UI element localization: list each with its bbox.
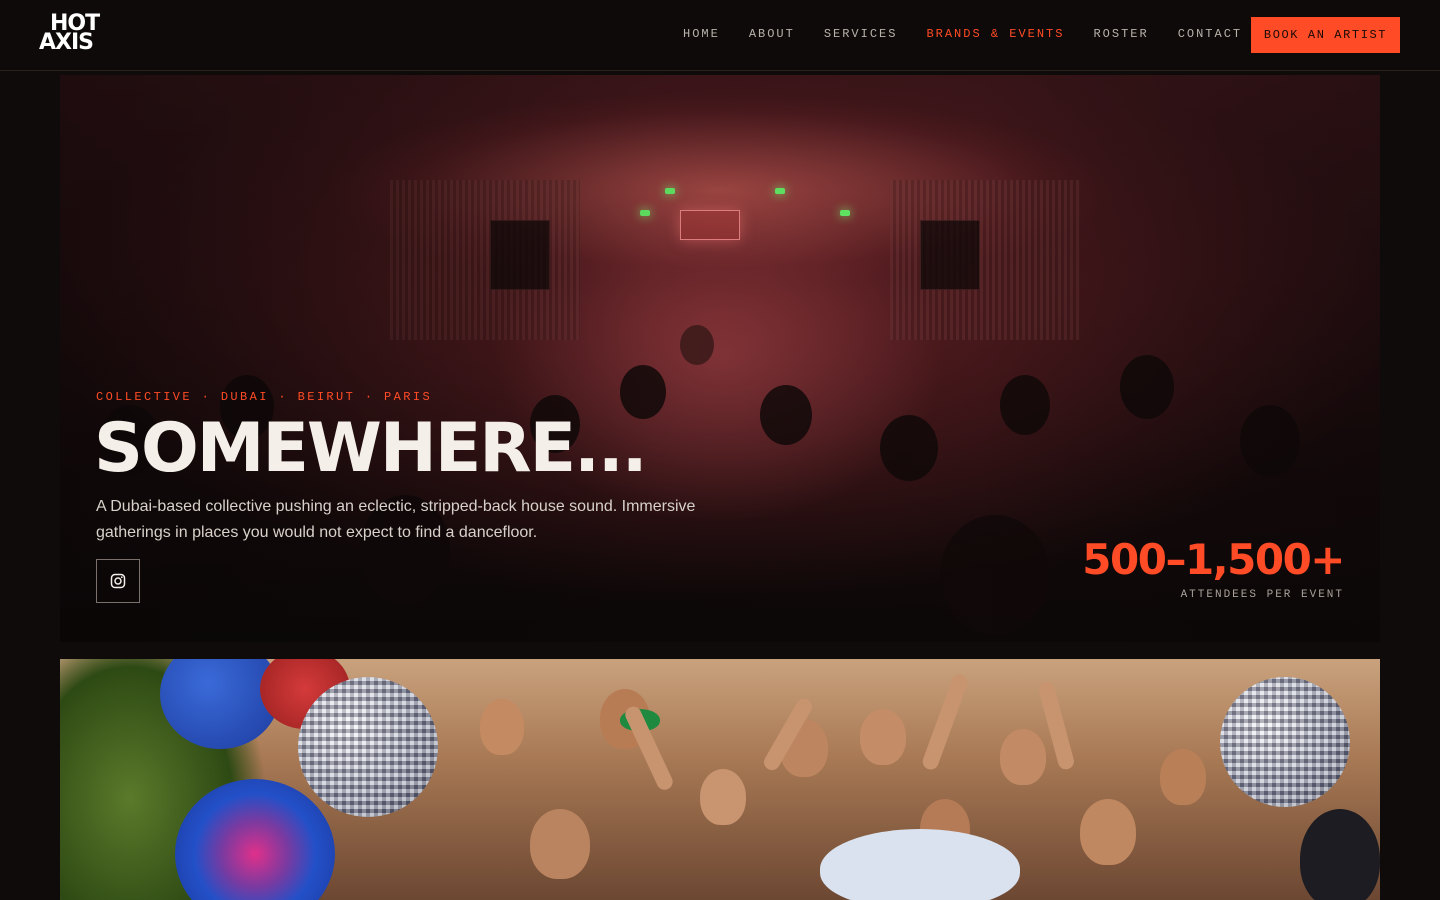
instagram-icon	[110, 573, 126, 589]
hero-description: A Dubai-based collective pushing an ecle…	[96, 498, 696, 541]
event-crowd-photo	[60, 659, 1380, 900]
brand-logo[interactable]: HOT AXIS	[39, 13, 101, 56]
crowd-face	[1000, 729, 1046, 785]
crowd-face	[860, 709, 906, 765]
nav-link-contact[interactable]: CONTACT	[1178, 27, 1242, 43]
crowd-face	[1160, 749, 1206, 805]
crowd-face	[530, 809, 590, 879]
nav-link-services[interactable]: SERVICES	[824, 27, 898, 43]
nav-link-brands-events[interactable]: BRANDS & EVENTS	[926, 27, 1064, 43]
crowd-face	[480, 699, 524, 755]
top-nav: HOT AXIS HOME ABOUT SERVICES BRANDS & EV…	[0, 0, 1440, 71]
crowd-face	[700, 769, 746, 825]
book-artist-button[interactable]: BOOK AN ARTIST	[1251, 17, 1400, 53]
disco-ball	[298, 677, 438, 817]
attendees-stat-label: ATTENDEES PER EVENT	[1180, 589, 1344, 601]
hero-title: SOMEWHERE...	[94, 409, 648, 488]
hero-eyebrow: COLLECTIVE · DUBAI · BEIRUT · PARIS	[96, 390, 433, 404]
nav-links: HOME ABOUT SERVICES BRANDS & EVENTS ROST…	[683, 27, 1271, 43]
instagram-button[interactable]	[96, 559, 140, 603]
logo-line-2: AXIS	[39, 30, 94, 55]
nav-link-about[interactable]: ABOUT	[749, 27, 795, 43]
attendees-stat-value: 500–1,500+	[1082, 535, 1345, 584]
raised-arm	[920, 672, 970, 772]
nav-link-roster[interactable]: ROSTER	[1093, 27, 1148, 43]
nav-link-home[interactable]: HOME	[683, 27, 720, 43]
crowd-face	[1080, 799, 1136, 865]
disco-ball	[1220, 677, 1350, 807]
dark-shirt	[1300, 809, 1380, 900]
floral-shirt	[820, 829, 1020, 900]
